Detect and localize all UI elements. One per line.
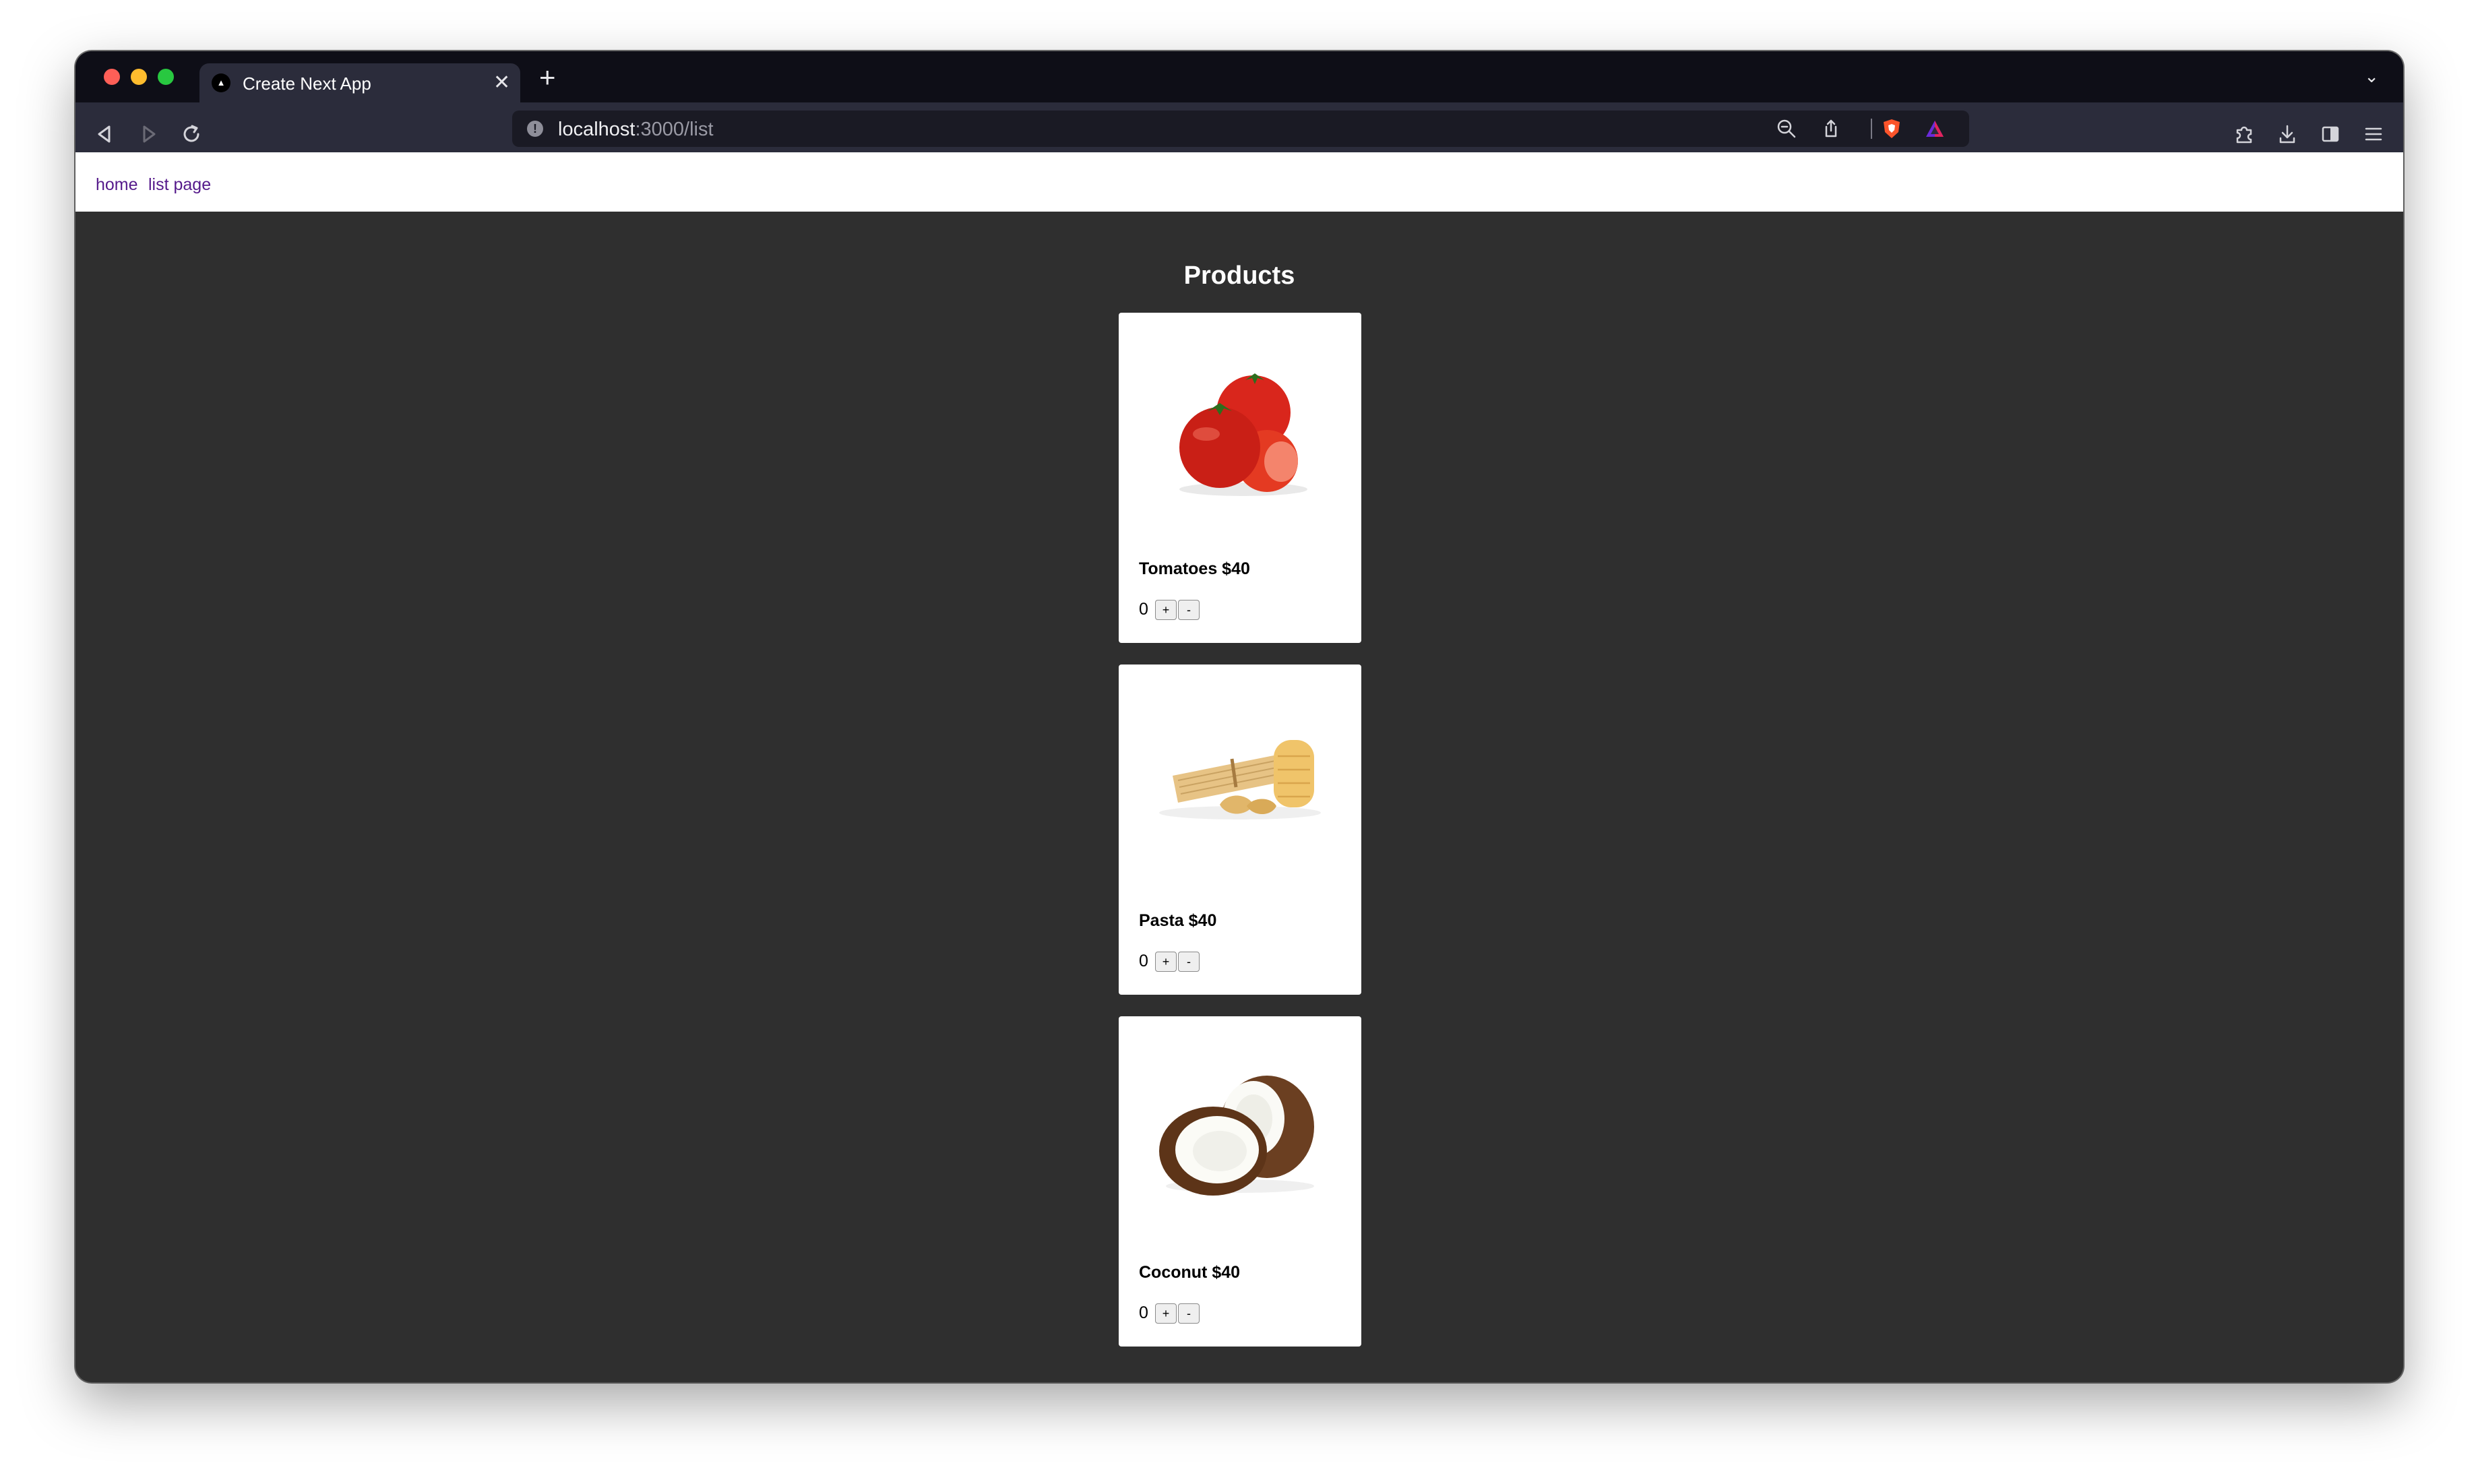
back-icon[interactable]	[93, 122, 117, 146]
sidebar-icon[interactable]	[2318, 122, 2343, 146]
minimize-window-button[interactable]	[131, 69, 147, 85]
downloads-icon[interactable]	[2275, 122, 2299, 146]
product-title: Coconut $40	[1139, 1263, 1241, 1282]
tomatoes-image	[1179, 373, 1307, 496]
url-host: localhost	[558, 119, 636, 140]
url-path: :3000/list	[635, 119, 714, 140]
decrease-quantity-button[interactable]: -	[1178, 600, 1200, 620]
product-card: Pasta $40 0 + -	[1119, 664, 1361, 995]
browser-window: ▲ Create Next App ✕ + ⌄ ! localhost:3000…	[75, 51, 2403, 1382]
reload-icon[interactable]	[179, 122, 204, 146]
coconut-image	[1159, 1076, 1314, 1196]
close-window-button[interactable]	[104, 69, 120, 85]
next-logo-icon: ▲	[212, 73, 230, 92]
product-card: Coconut $40 0 + -	[1119, 1016, 1361, 1347]
address-bar-divider	[1871, 119, 1872, 139]
tab-close-icon[interactable]: ✕	[493, 71, 510, 94]
pasta-image	[1159, 740, 1321, 820]
site-nav: home list page	[75, 152, 2403, 212]
address-bar[interactable]: ! localhost:3000/list	[512, 111, 1969, 147]
product-card: Tomatoes $40 0 + -	[1119, 313, 1361, 643]
product-title: Tomatoes $40	[1139, 559, 1250, 578]
maximize-window-button[interactable]	[158, 69, 174, 85]
menu-icon[interactable]	[2361, 122, 2386, 146]
page-title: Products	[1183, 261, 1295, 290]
new-tab-button[interactable]: +	[539, 63, 556, 92]
url-text: localhost:3000/list	[558, 119, 714, 140]
tab-strip: ▲ Create Next App ✕ + ⌄	[75, 51, 2403, 102]
product-title: Pasta $40	[1139, 911, 1217, 930]
decrease-quantity-button[interactable]: -	[1178, 1303, 1200, 1324]
increase-quantity-button[interactable]: +	[1155, 952, 1177, 972]
product-quantity: 0	[1139, 1303, 1148, 1322]
extensions-icon[interactable]	[2232, 122, 2256, 146]
product-quantity: 0	[1139, 952, 1148, 970]
forward-icon[interactable]	[136, 122, 160, 146]
tab-title: Create Next App	[243, 73, 371, 94]
decrease-quantity-button[interactable]: -	[1178, 952, 1200, 972]
share-icon[interactable]	[1820, 117, 1842, 140]
tab-create-next-app[interactable]: ▲ Create Next App ✕	[199, 63, 520, 102]
brave-shields-icon[interactable]	[1880, 117, 1903, 140]
tab-list-chevron-icon[interactable]: ⌄	[2364, 66, 2379, 86]
nav-link-home[interactable]: home	[96, 175, 138, 194]
site-info-icon[interactable]: !	[527, 121, 543, 137]
increase-quantity-button[interactable]: +	[1155, 1303, 1177, 1324]
product-quantity: 0	[1139, 600, 1148, 619]
brave-rewards-icon[interactable]	[1923, 117, 1946, 140]
nav-link-list-page[interactable]: list page	[148, 175, 211, 194]
increase-quantity-button[interactable]: +	[1155, 600, 1177, 620]
zoom-out-icon[interactable]	[1775, 117, 1798, 140]
